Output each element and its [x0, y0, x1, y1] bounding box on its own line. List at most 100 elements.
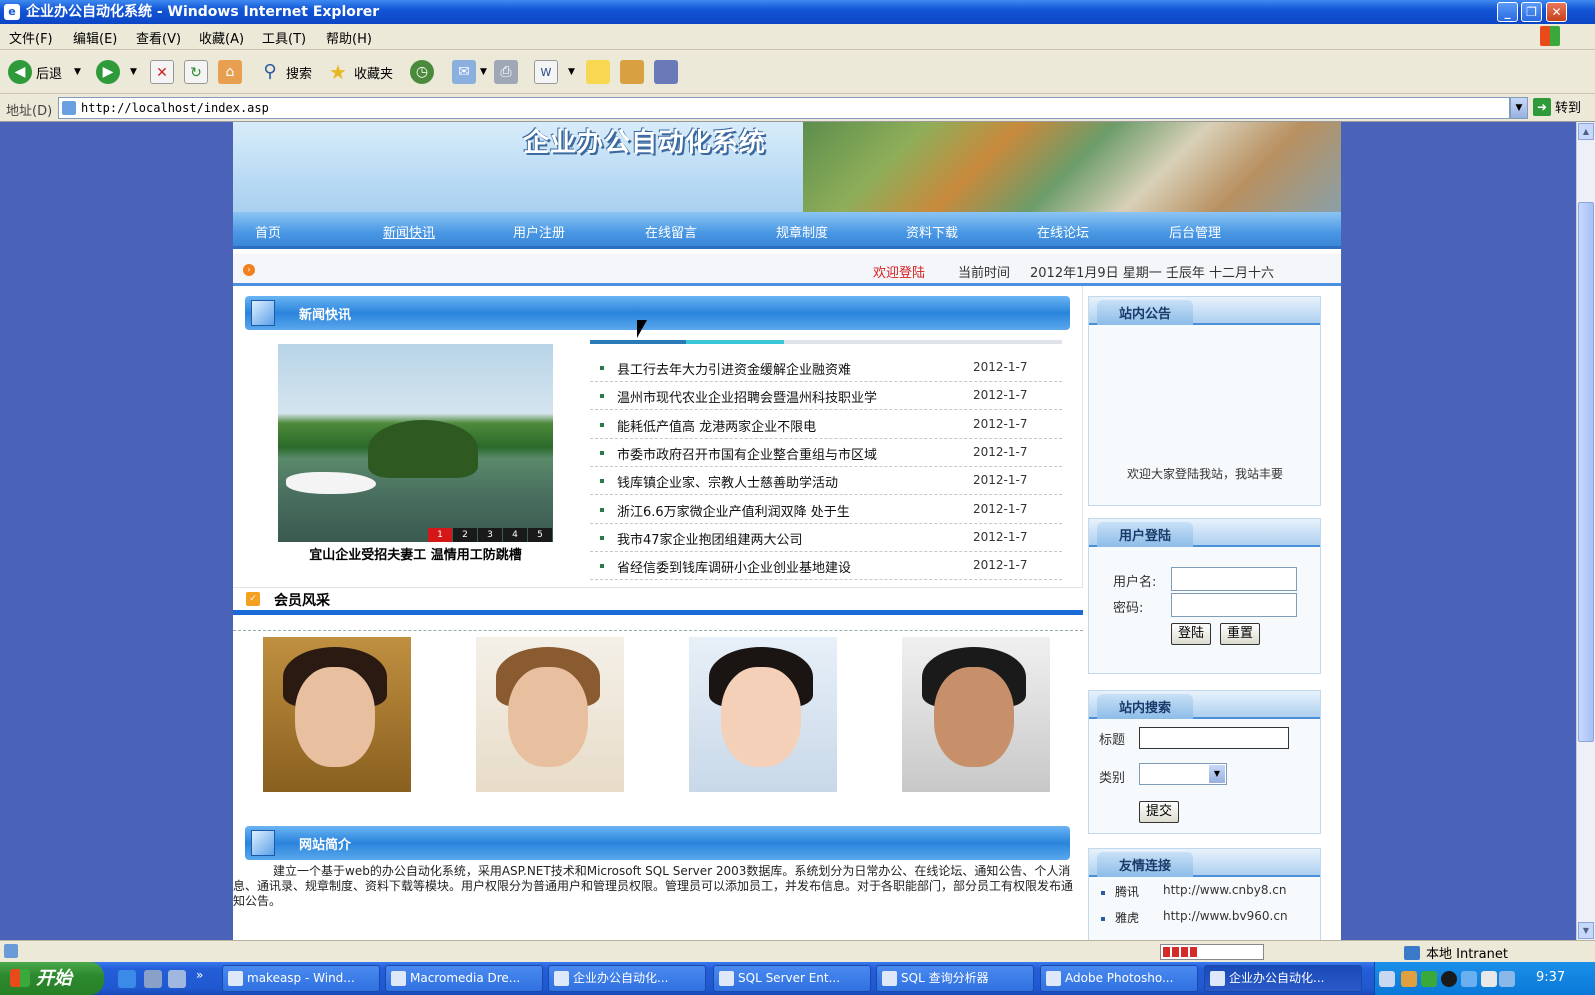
back-button[interactable]: ◀ 后退 ▼	[8, 58, 81, 86]
taskbar-button[interactable]: SQL 查询分析器	[876, 965, 1034, 992]
news-item-title[interactable]: 温州市现代农业企业招聘会暨温州科技职业学	[617, 387, 877, 406]
taskbar-button[interactable]: 企业办公自动化...	[1204, 965, 1362, 992]
start-button[interactable]: 开始	[0, 962, 104, 995]
news-item[interactable]: 能耗低产值高 龙港两家企业不限电 2012-1-7	[590, 411, 1062, 439]
link-url[interactable]: http://www.cnby8.cn	[1163, 883, 1287, 897]
tray-icon[interactable]	[1421, 971, 1437, 987]
print-button[interactable]: ⎙	[494, 58, 518, 86]
history-button[interactable]: ◷	[410, 58, 434, 86]
nav-home[interactable]: 首页	[255, 222, 281, 241]
news-item[interactable]: 钱库镇企业家、宗教人士慈善助学活动 2012-1-7	[590, 467, 1062, 496]
nav-news[interactable]: 新闻快讯	[383, 222, 435, 241]
search-title-input[interactable]	[1139, 727, 1289, 749]
nav-guestbook[interactable]: 在线留言	[645, 222, 697, 241]
menu-edit[interactable]: 编辑(E)	[73, 28, 117, 47]
clock[interactable]: 9:37	[1536, 970, 1565, 985]
menu-view[interactable]: 查看(V)	[136, 28, 181, 47]
restore-button[interactable]: ❐	[1521, 2, 1542, 22]
news-photo[interactable]: 1 2 3 4 5	[278, 344, 553, 542]
mail-button[interactable]: ✉ ▼	[452, 58, 487, 86]
menu-file[interactable]: 文件(F)	[9, 28, 53, 47]
menu-help[interactable]: 帮助(H)	[326, 28, 372, 47]
news-item-title[interactable]: 省经信委到钱库调研小企业创业基地建设	[617, 557, 851, 576]
taskbar-button[interactable]: makeasp - Wind...	[222, 965, 380, 992]
nav-downloads[interactable]: 资料下载	[906, 222, 958, 241]
refresh-button[interactable]: ↻	[184, 58, 208, 86]
vertical-scrollbar[interactable]: ▲ ▼	[1576, 122, 1595, 940]
member-photo[interactable]	[263, 637, 411, 792]
address-input[interactable]: http://localhost/index.asp	[58, 97, 1510, 119]
quicklaunch-icon[interactable]	[144, 970, 162, 988]
taskbar-button[interactable]: SQL Server Ent...	[713, 965, 871, 992]
link-item[interactable]: 雅虎 http://www.bv960.cn	[1101, 909, 1288, 926]
volume-icon[interactable]	[1481, 971, 1497, 987]
username-field[interactable]	[1171, 567, 1297, 591]
security-zone[interactable]: 本地 Intranet	[1404, 943, 1508, 962]
member-photo[interactable]	[689, 637, 837, 792]
news-item-title[interactable]: 市委市政府召开市国有企业整合重组与市区域	[617, 444, 877, 463]
photo-tab-5[interactable]: 5	[528, 528, 552, 542]
desktop-icon[interactable]	[168, 970, 186, 988]
close-button[interactable]: ✕	[1546, 2, 1567, 22]
welcome-link[interactable]: 欢迎登陆	[873, 262, 925, 281]
scroll-down-icon[interactable]: ▼	[1578, 922, 1594, 939]
news-item-title[interactable]: 县工行去年大力引进资金缓解企业融资难	[617, 359, 851, 378]
news-item-title[interactable]: 浙江6.6万家微企业产值利润双降 处于生	[617, 501, 850, 520]
member-photo[interactable]	[476, 637, 624, 792]
reset-button[interactable]: 重置	[1220, 623, 1260, 645]
news-item[interactable]: 浙江6.6万家微企业产值利润双降 处于生 2012-1-7	[590, 496, 1062, 524]
qq-icon[interactable]	[1441, 971, 1457, 987]
address-dropdown-icon[interactable]: ▼	[1510, 97, 1528, 119]
tray-icon[interactable]	[1499, 971, 1515, 987]
nav-register[interactable]: 用户注册	[513, 222, 565, 241]
forward-button[interactable]: ▶ ▼	[96, 58, 137, 86]
chevron-right-icon[interactable]: »	[196, 968, 203, 982]
news-item-title[interactable]: 钱库镇企业家、宗教人士慈善助学活动	[617, 472, 838, 491]
news-item-title[interactable]: 我市47家企业抱团组建两大公司	[617, 529, 803, 548]
nav-forum[interactable]: 在线论坛	[1037, 222, 1089, 241]
category-select[interactable]: ▼	[1139, 763, 1227, 785]
news-item[interactable]: 温州市现代农业企业招聘会暨温州科技职业学 2012-1-7	[590, 382, 1062, 411]
home-button[interactable]: ⌂	[218, 58, 242, 86]
scroll-up-icon[interactable]: ▲	[1578, 123, 1594, 140]
favorites-button[interactable]: ★ 收藏夹	[326, 58, 393, 86]
go-button[interactable]: ➜ 转到	[1533, 97, 1581, 116]
link-item[interactable]: 腾讯 http://www.cnby8.cn	[1101, 883, 1287, 900]
menu-favorites[interactable]: 收藏(A)	[199, 28, 244, 47]
messenger-button[interactable]	[654, 58, 678, 86]
stop-button[interactable]: ✕	[150, 58, 174, 86]
keyboard-icon[interactable]	[1379, 971, 1395, 987]
photo-caption[interactable]: 宜山企业受招夫妻工 温情用工防跳槽	[278, 544, 553, 563]
news-item[interactable]: 我市47家企业抱团组建两大公司 2012-1-7	[590, 524, 1062, 552]
news-item-title[interactable]: 能耗低产值高 龙港两家企业不限电	[617, 416, 816, 435]
network-icon[interactable]	[1461, 971, 1477, 987]
photo-tab-4[interactable]: 4	[503, 528, 527, 542]
news-item[interactable]: 县工行去年大力引进资金缓解企业融资难 2012-1-7	[590, 354, 1062, 382]
minimize-button[interactable]: _	[1497, 2, 1518, 22]
password-field[interactable]	[1171, 593, 1297, 617]
login-button[interactable]: 登陆	[1171, 623, 1211, 645]
member-photo[interactable]	[902, 637, 1050, 792]
menu-tools[interactable]: 工具(T)	[262, 28, 306, 47]
nav-rules[interactable]: 规章制度	[776, 222, 828, 241]
discuss-button[interactable]	[586, 58, 610, 86]
window-title-bar[interactable]: e 企业办公自动化系统 - Windows Internet Explorer …	[0, 0, 1595, 24]
tray-icon[interactable]	[1401, 971, 1417, 987]
taskbar-button[interactable]: 企业办公自动化...	[548, 965, 706, 992]
news-item[interactable]: 市委市政府召开市国有企业整合重组与市区域 2012-1-7	[590, 439, 1062, 467]
taskbar-button[interactable]: Adobe Photosho...	[1040, 965, 1198, 992]
link-url[interactable]: http://www.bv960.cn	[1163, 909, 1288, 923]
news-item[interactable]: 省经信委到钱库调研小企业创业基地建设 2012-1-7	[590, 552, 1062, 581]
submit-button[interactable]: 提交	[1139, 801, 1179, 823]
mail-dropdown-icon[interactable]: ▼	[480, 67, 487, 77]
taskbar-button[interactable]: Macromedia Dre...	[385, 965, 543, 992]
edit-button[interactable]: W ▼	[534, 58, 575, 86]
photo-tab-3[interactable]: 3	[478, 528, 502, 542]
photo-tab-1[interactable]: 1	[428, 528, 452, 542]
search-button[interactable]: ⚲ 搜索	[258, 58, 312, 86]
edit-dropdown-icon[interactable]: ▼	[568, 67, 575, 77]
forward-dropdown-icon[interactable]: ▼	[130, 67, 137, 77]
research-button[interactable]	[620, 58, 644, 86]
back-dropdown-icon[interactable]: ▼	[74, 67, 81, 77]
photo-tab-2[interactable]: 2	[453, 528, 477, 542]
